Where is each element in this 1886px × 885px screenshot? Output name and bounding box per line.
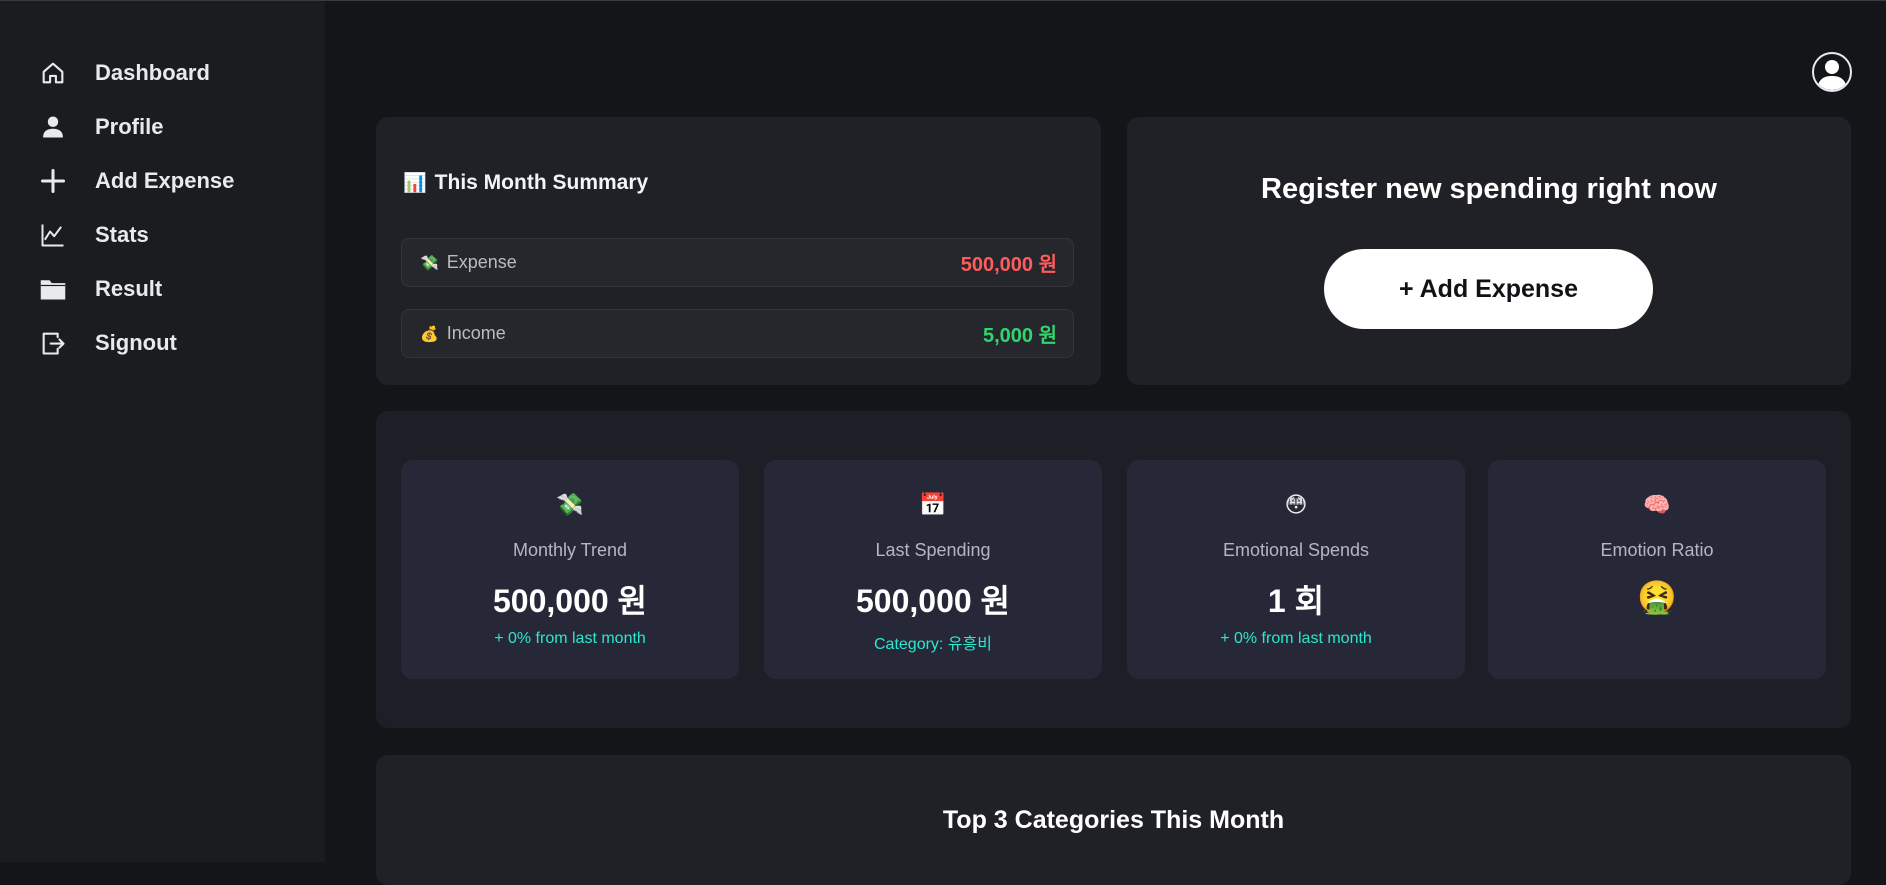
stat-title: Last Spending xyxy=(875,540,991,560)
register-spending-card: Register new spending right now + Add Ex… xyxy=(1127,117,1851,385)
add-expense-button[interactable]: + Add Expense xyxy=(1324,249,1653,329)
sidebar-item-label: Add Expense xyxy=(95,168,235,193)
top-categories-title: Top 3 Categories This Month xyxy=(942,806,1285,834)
stat-title: Emotion Ratio xyxy=(1600,540,1714,560)
stat-subtext: + 0% from last month xyxy=(1220,630,1372,647)
stat-title: Monthly Trend xyxy=(512,540,628,560)
income-row: 💰 Income 5,000 원 xyxy=(401,309,1074,358)
vomiting-face-icon: 🤮 xyxy=(1637,579,1677,615)
expense-row: 💸 Expense 500,000 원 xyxy=(401,238,1074,287)
user-avatar-icon xyxy=(1817,60,1847,90)
sidebar-item-label: Signout xyxy=(95,330,177,355)
user-icon xyxy=(38,112,68,142)
summary-title: 📊 This Month Summary xyxy=(403,171,648,195)
money-bag-icon: 💰 xyxy=(420,325,439,343)
stat-card-last-spending: 📅 Last Spending 500,000 원 Category: 유흥비 xyxy=(764,460,1102,679)
stat-value: 500,000 원 xyxy=(855,583,1010,619)
sidebar-item-label: Result xyxy=(95,276,163,301)
summary-title-text: This Month Summary xyxy=(434,171,649,194)
income-label: Income xyxy=(446,323,506,343)
sidebar-item-profile[interactable]: Profile xyxy=(38,107,298,147)
folder-icon xyxy=(38,274,68,304)
sidebar-item-label: Profile xyxy=(95,114,164,139)
sidebar-item-signout[interactable]: Signout xyxy=(38,323,298,363)
stat-value: 1 회 xyxy=(1267,583,1325,619)
sidebar-item-add-expense[interactable]: Add Expense xyxy=(38,161,298,201)
income-value: 5,000 원 xyxy=(982,325,1057,347)
money-wings-icon: 💸 xyxy=(556,492,584,517)
plus-icon xyxy=(38,166,68,196)
money-wings-icon: 💸 xyxy=(420,254,439,272)
home-icon xyxy=(38,58,68,88)
sidebar-item-label: Dashboard xyxy=(95,60,210,85)
month-summary-card: 📊 This Month Summary 💸 Expense 500,000 원… xyxy=(376,117,1101,385)
stat-card-emotional-spends: 😳 Emotional Spends 1 회 + 0% from last mo… xyxy=(1127,460,1465,679)
register-title: Register new spending right now xyxy=(1261,173,1717,205)
sidebar-item-result[interactable]: Result xyxy=(38,269,298,309)
expense-label: Expense xyxy=(446,252,517,272)
expense-value: 500,000 원 xyxy=(960,254,1057,276)
calendar-icon: 📅 xyxy=(919,492,947,517)
signout-icon xyxy=(38,328,68,358)
stat-value: 500,000 원 xyxy=(492,583,647,619)
chart-line-icon xyxy=(38,220,68,250)
stat-card-emotion-ratio: 🧠 Emotion Ratio 🤮 xyxy=(1488,460,1826,679)
top-categories-card: Top 3 Categories This Month xyxy=(376,755,1851,885)
sidebar-item-stats[interactable]: Stats xyxy=(38,215,298,255)
stat-subtext: + 0% from last month xyxy=(494,630,646,647)
flushed-face-icon: 😳 xyxy=(1284,492,1308,517)
stat-subtext: Category: 유흥비 xyxy=(874,636,992,653)
brain-icon: 🧠 xyxy=(1643,492,1671,517)
sidebar-item-dashboard[interactable]: Dashboard xyxy=(38,53,298,93)
stat-card-monthly-trend: 💸 Monthly Trend 500,000 원 + 0% from last… xyxy=(401,460,739,679)
bar-chart-icon: 📊 xyxy=(403,173,427,194)
user-avatar-button[interactable] xyxy=(1812,52,1852,92)
stat-title: Emotional Spends xyxy=(1222,540,1370,560)
sidebar-item-label: Stats xyxy=(95,222,149,247)
sidebar: Dashboard Profile Add Expense Stats Resu… xyxy=(0,1,325,862)
stats-section: 💸 Monthly Trend 500,000 원 + 0% from last… xyxy=(376,411,1851,728)
